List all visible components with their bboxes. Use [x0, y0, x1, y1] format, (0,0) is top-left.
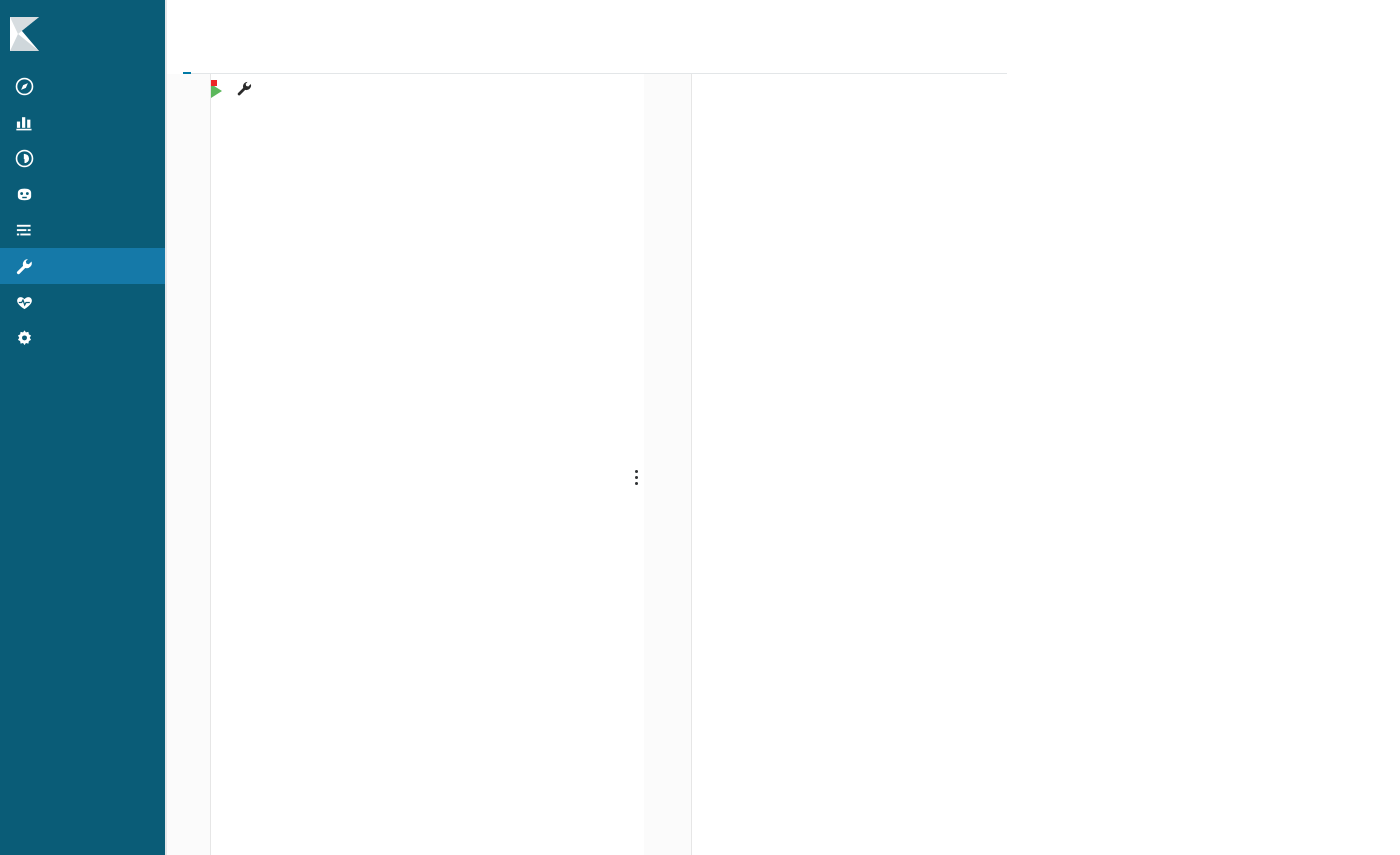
wrench-icon[interactable] — [236, 80, 253, 102]
sidebar-item-discover[interactable] — [0, 68, 165, 104]
editor-line-number-gutter — [167, 74, 211, 855]
console-workspace — [165, 74, 1400, 855]
dev-tools-tabs — [183, 58, 259, 74]
tab-search-profiler[interactable] — [217, 58, 225, 74]
tab-grok-debugger[interactable] — [251, 58, 259, 74]
request-editor-pane[interactable] — [167, 74, 630, 855]
bar-chart-icon — [14, 112, 34, 132]
editor-code-area[interactable] — [211, 74, 630, 855]
sidebar-item-apm[interactable] — [0, 212, 165, 248]
output-line-number-gutter — [644, 74, 692, 855]
output-code-area[interactable] — [692, 74, 1400, 855]
panel-splitter[interactable] — [630, 74, 644, 855]
apm-lines-icon — [14, 220, 34, 240]
sidebar-item-timelion[interactable] — [0, 176, 165, 212]
compass-icon — [14, 76, 34, 96]
response-output-pane[interactable] — [644, 74, 1400, 855]
heartbeat-icon — [14, 292, 34, 312]
sidebar-item-dashboard[interactable] — [0, 140, 165, 176]
output-scrollbar[interactable] — [1391, 74, 1400, 855]
wrench-icon — [14, 256, 34, 276]
kibana-k-logo-icon — [8, 16, 42, 52]
timelion-icon — [14, 184, 34, 204]
gear-icon — [14, 328, 34, 348]
sidebar-item-dev-tools[interactable] — [0, 248, 165, 284]
page-title — [181, 0, 1400, 10]
sidebar-item-monitoring[interactable] — [0, 284, 165, 320]
global-nav-sidebar — [0, 0, 165, 855]
app-header — [165, 0, 1400, 74]
sidebar-item-visualize[interactable] — [0, 104, 165, 140]
kibana-logo[interactable] — [0, 0, 165, 68]
play-icon[interactable] — [211, 84, 222, 98]
main-content-area — [165, 0, 1400, 855]
sidebar-item-management[interactable] — [0, 320, 165, 356]
request-actions — [211, 80, 253, 102]
dashboard-icon — [14, 148, 34, 168]
kibana-app-window — [0, 0, 1400, 855]
tab-console[interactable] — [183, 58, 191, 74]
drag-handle-dots-icon[interactable] — [635, 470, 638, 485]
